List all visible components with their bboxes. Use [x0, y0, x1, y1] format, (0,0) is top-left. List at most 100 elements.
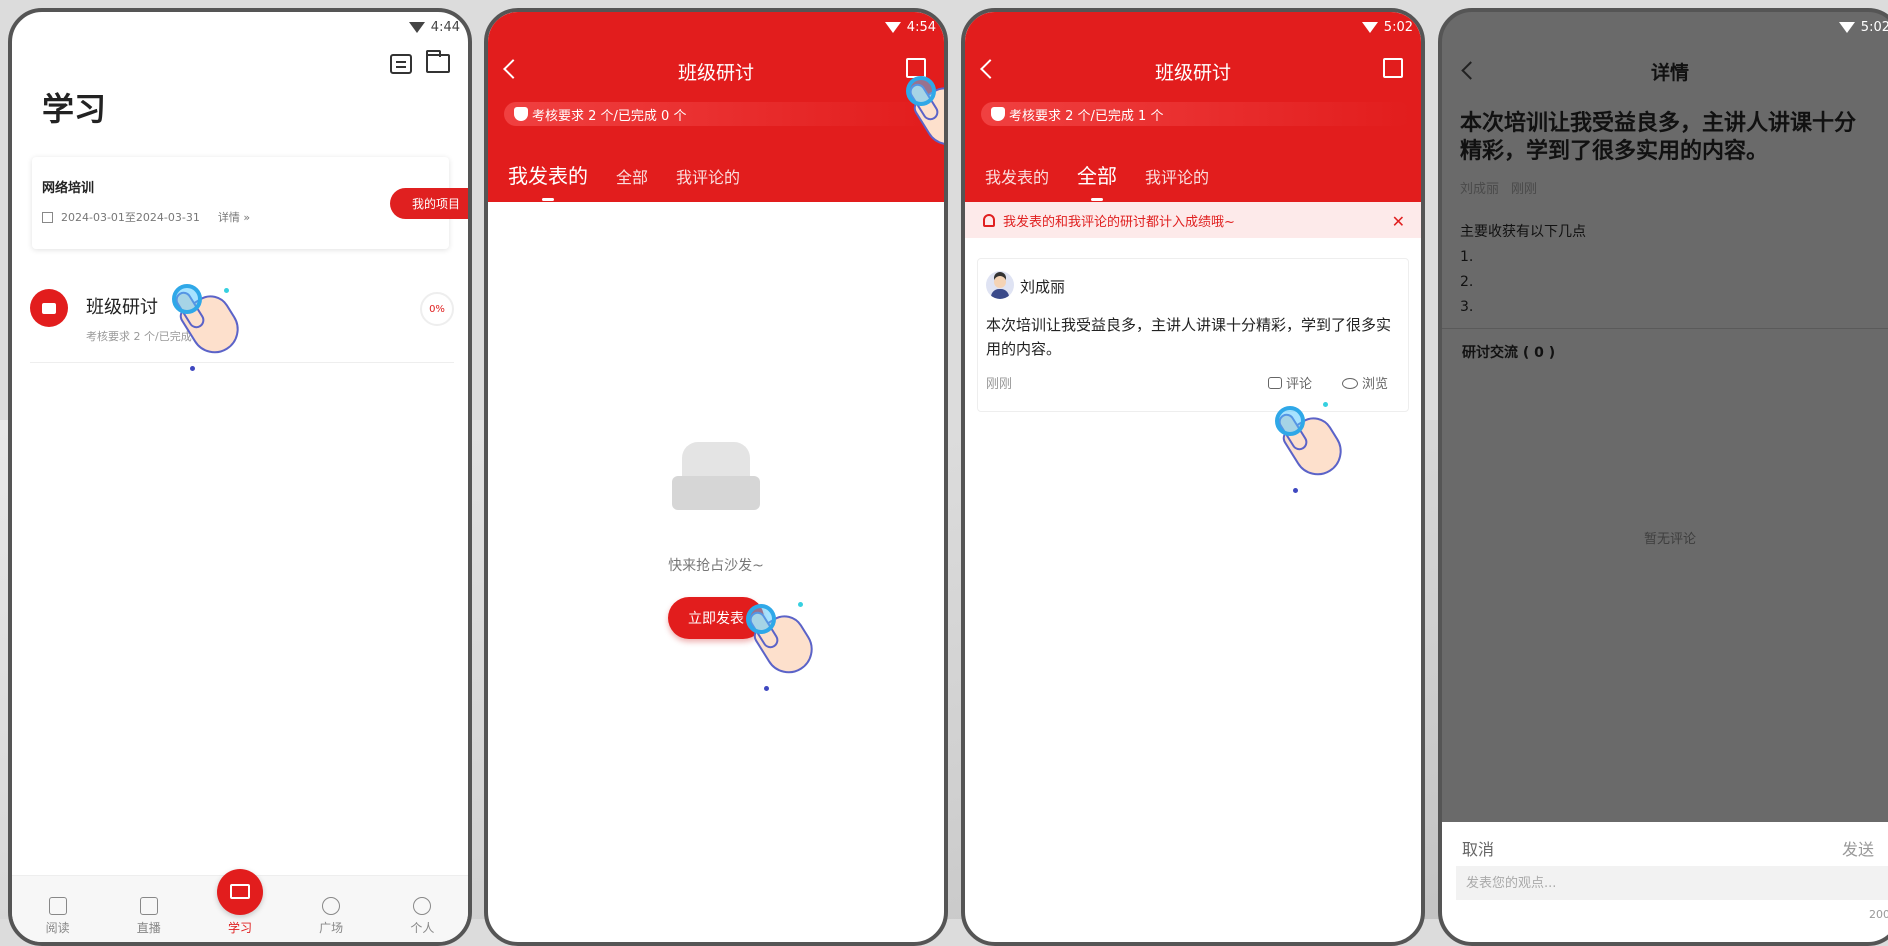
author-name: 刘成丽	[1460, 182, 1500, 197]
class-discussion-item[interactable]: 班级研讨	[86, 293, 158, 319]
page-title: 学习	[42, 90, 107, 128]
training-card[interactable]: 网络培训 2024-03-01至2024-03-31 详情 »	[32, 157, 449, 249]
shield-icon	[514, 107, 528, 121]
view-button[interactable]: 浏览	[1341, 373, 1388, 392]
no-comment-text: 暂无评论	[1643, 532, 1696, 547]
tab-live[interactable]: 直播	[119, 897, 179, 936]
post-body: 主要收获有以下几点 1. 2. 3.	[1460, 220, 1586, 320]
requirement-text: 考核要求 2 个/已完成 1 个	[1009, 108, 1164, 124]
eye-icon	[1341, 378, 1358, 389]
comment-input[interactable]	[1456, 866, 1888, 900]
post-time: 刚刚	[1511, 182, 1538, 197]
status-time: 5:02	[1383, 19, 1413, 35]
tab-label: 学习	[227, 921, 252, 935]
body-line: 1.	[1460, 249, 1474, 265]
edit-icon[interactable]	[906, 58, 926, 78]
tab-label: 广场	[319, 921, 344, 935]
phone-my-posts: 4:54 班级研讨 考核要求 2 个/已完成 0 个 我发表的 全部 我评论的 …	[484, 8, 948, 946]
tab-row: 我发表的 全部 我评论的	[985, 160, 1209, 201]
status-time: 4:44	[430, 19, 460, 35]
tab-read[interactable]: 阅读	[28, 897, 88, 936]
my-project-button[interactable]: 我的项目	[389, 188, 468, 219]
phone-all-posts: 5:02 班级研讨 考核要求 2 个/已完成 1 个 我发表的 全部 我评论的 …	[961, 8, 1425, 946]
char-counter: 200	[1869, 908, 1888, 921]
post-actions: 评论 浏览	[1267, 373, 1388, 392]
post-meta: 刘成丽 刚刚	[1460, 178, 1537, 197]
tab-all[interactable]: 全部	[1077, 160, 1117, 201]
video-icon	[139, 897, 158, 915]
tab-my-comments[interactable]: 我评论的	[676, 164, 740, 188]
discussion-icon	[30, 289, 68, 327]
book-icon	[48, 897, 67, 915]
page-title: 班级研讨	[677, 62, 754, 84]
view-label: 浏览	[1361, 377, 1388, 392]
tab-all[interactable]: 全部	[616, 164, 648, 188]
comment-icon	[1267, 377, 1282, 389]
tab-label: 阅读	[45, 921, 70, 935]
tab-my-comments[interactable]: 我评论的	[1145, 164, 1209, 188]
item-requirement: 考核要求 2 个/已完成	[86, 330, 192, 343]
tap-hand-icon	[1275, 402, 1351, 493]
post-content: 本次培训让我受益良多，主讲人讲课十分精彩，学到了很多实用的内容。	[986, 316, 1392, 358]
comment-button[interactable]: 评论	[1267, 373, 1312, 392]
wifi-icon	[1361, 21, 1378, 33]
tab-plaza[interactable]: 广场	[301, 897, 361, 936]
tab-label: 个人	[410, 921, 435, 935]
person-icon	[413, 897, 432, 915]
status-bar: 5:02	[1838, 12, 1888, 42]
empty-text: 快来抢占沙发~	[668, 558, 764, 574]
card-title: 网络培训	[42, 181, 95, 196]
wifi-icon	[1838, 21, 1855, 33]
requirement-banner: 考核要求 2 个/已完成 1 个	[981, 102, 1411, 126]
post-time: 刚刚	[986, 377, 1013, 392]
tab-my-posts[interactable]: 我发表的	[985, 164, 1049, 188]
top-icons	[390, 50, 450, 74]
edit-icon[interactable]	[1383, 58, 1403, 78]
shield-icon	[991, 107, 1005, 121]
bottom-tab-bar: 阅读 直播 学习 广场 个人	[12, 869, 468, 942]
comment-label: 评论	[1285, 377, 1312, 392]
details-link[interactable]: 详情 »	[218, 209, 250, 225]
post-now-button[interactable]: 立即发表	[668, 597, 764, 639]
calendar-icon	[42, 211, 53, 223]
sofa-icon	[672, 442, 760, 514]
progress-ring: 0%	[420, 292, 454, 326]
tab-study[interactable]: 学习	[210, 869, 270, 936]
notice-bar: 我发表的和我评论的研讨都计入成绩哦~	[965, 202, 1421, 238]
date-range: 2024-03-01至2024-03-31	[61, 211, 200, 224]
cancel-button[interactable]: 取消	[1462, 836, 1494, 860]
avatar	[986, 271, 1014, 299]
folder-icon[interactable]	[426, 50, 450, 73]
body-title: 主要收获有以下几点	[1460, 224, 1586, 240]
close-icon[interactable]: ✕	[1392, 212, 1405, 231]
status-bar: 4:54	[884, 12, 936, 42]
wifi-icon	[884, 21, 901, 33]
body-line: 2.	[1460, 274, 1474, 290]
phone-study: 4:44 学习 网络培训 2024-03-01至2024-03-31 详情 » …	[8, 8, 472, 946]
tap-hand-icon	[172, 284, 248, 371]
status-time: 4:54	[906, 19, 936, 35]
page-title: 班级研讨	[1154, 62, 1231, 84]
notice-text: 我发表的和我评论的研讨都计入成绩哦~	[1003, 214, 1235, 230]
page-title: 详情	[1650, 62, 1689, 84]
post-headline: 本次培训让我受益良多，主讲人讲课十分精彩，学到了很多实用的内容。	[1460, 111, 1857, 164]
divider	[30, 362, 454, 363]
requirement-banner: 考核要求 2 个/已完成 0 个	[504, 102, 934, 126]
tab-row: 我发表的 全部 我评论的	[508, 160, 740, 201]
status-bar: 4:44	[408, 12, 460, 42]
tab-label: 直播	[136, 921, 161, 935]
study-icon	[216, 869, 263, 915]
card-dates: 2024-03-01至2024-03-31 详情 »	[42, 209, 250, 225]
bell-icon	[983, 213, 995, 227]
send-button[interactable]: 发送	[1842, 836, 1874, 860]
post-card[interactable]: 刘成丽 本次培训让我受益良多，主讲人讲课十分精彩，学到了很多实用的内容。 刚刚 …	[977, 258, 1409, 412]
requirement-text: 考核要求 2 个/已完成 0 个	[532, 108, 687, 124]
plaza-icon	[322, 897, 341, 915]
status-bar: 5:02	[1361, 12, 1413, 42]
comment-sheet: 取消 发送 200	[1442, 822, 1888, 942]
clipboard-icon[interactable]	[390, 54, 412, 74]
tab-my-posts[interactable]: 我发表的	[508, 160, 588, 201]
tab-profile[interactable]: 个人	[392, 897, 452, 936]
divider	[1442, 328, 1888, 329]
status-time: 5:02	[1860, 19, 1888, 35]
